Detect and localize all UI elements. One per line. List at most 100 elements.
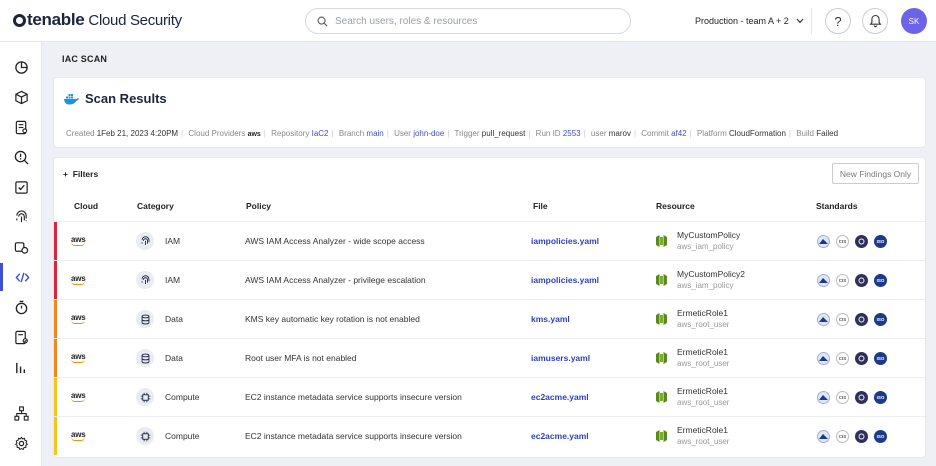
nav-identities[interactable] bbox=[0, 203, 42, 231]
inventory-icon bbox=[15, 120, 27, 134]
runid-link[interactable]: 2553 bbox=[563, 129, 581, 138]
policy-cell[interactable]: KMS key automatic key rotation is not en… bbox=[245, 314, 420, 324]
cis-badge-icon[interactable]: CIS bbox=[836, 274, 849, 287]
tenable-logo[interactable]: tenable Cloud Security bbox=[13, 10, 182, 30]
policy-cell[interactable]: EC2 instance metadata service supports i… bbox=[245, 392, 462, 402]
scan-metadata: Created 1Feb 21, 2023 4:20PM | Cloud Prov… bbox=[66, 129, 839, 138]
resource-name[interactable]: ErmeticRole1 bbox=[677, 425, 728, 435]
cis-badge-icon[interactable]: CIS bbox=[836, 430, 849, 443]
standard-badge-icon[interactable] bbox=[855, 313, 868, 326]
iso-badge-icon[interactable]: ISO bbox=[874, 430, 887, 443]
search-box[interactable] bbox=[305, 8, 631, 34]
standard-badge-icon[interactable] bbox=[855, 391, 868, 404]
help-button[interactable]: ? bbox=[825, 8, 851, 34]
nav-resources[interactable] bbox=[0, 83, 42, 111]
column-header-category[interactable]: Category bbox=[137, 201, 174, 211]
column-header-cloud[interactable]: Cloud bbox=[74, 201, 98, 211]
aws-logo-icon: aws bbox=[71, 274, 86, 285]
resource-name[interactable]: ErmeticRole1 bbox=[677, 347, 728, 357]
standard-badge-icon[interactable] bbox=[855, 274, 868, 287]
policy-cell[interactable]: EC2 instance metadata service supports i… bbox=[245, 431, 462, 441]
iso-badge-icon[interactable]: ISO bbox=[874, 313, 887, 326]
standard-badge-icon[interactable] bbox=[855, 235, 868, 248]
severity-indicator bbox=[54, 261, 57, 299]
cis-badge-icon[interactable]: CIS bbox=[836, 235, 849, 248]
aws-logo-icon: aws bbox=[71, 352, 86, 363]
cis-badge-icon[interactable]: CIS bbox=[836, 313, 849, 326]
resource-name[interactable]: MyCustomPolicy2 bbox=[677, 269, 745, 279]
providers-label: Cloud Providers bbox=[188, 129, 246, 138]
user-avatar[interactable]: SK bbox=[901, 8, 927, 34]
table-row[interactable]: aws Compute EC2 instance metadata service … bbox=[54, 377, 925, 416]
nav-code[interactable] bbox=[0, 263, 42, 291]
repo-link[interactable]: IaC2 bbox=[312, 129, 329, 138]
column-header-file[interactable]: File bbox=[533, 201, 548, 211]
nav-hierarchy[interactable] bbox=[0, 399, 42, 427]
chip-icon bbox=[136, 427, 154, 445]
nav-access[interactable] bbox=[0, 233, 42, 261]
policy-cell[interactable]: AWS IAM Access Analyzer - wide scope acc… bbox=[245, 236, 425, 246]
user-link[interactable]: john-doe bbox=[413, 129, 444, 138]
settings-icon bbox=[14, 436, 28, 450]
nav-timer[interactable] bbox=[0, 293, 42, 321]
column-header-policy[interactable]: Policy bbox=[246, 201, 271, 211]
nav-findings[interactable] bbox=[0, 143, 42, 171]
runid-label: Run ID bbox=[535, 129, 561, 138]
file-link[interactable]: ec2acme.yaml bbox=[531, 431, 589, 441]
file-link[interactable]: iampolicies.yaml bbox=[531, 236, 599, 246]
column-header-resource[interactable]: Resource bbox=[656, 201, 695, 211]
file-link[interactable]: ec2acme.yaml bbox=[531, 392, 589, 402]
resource-name[interactable]: MyCustomPolicy bbox=[677, 230, 740, 240]
nav-analytics[interactable] bbox=[0, 353, 42, 381]
scan-results-title: Scan Results bbox=[63, 91, 167, 106]
notifications-button[interactable] bbox=[862, 8, 888, 34]
policy-cell[interactable]: Root user MFA is not enabled bbox=[245, 353, 357, 363]
cis-badge-icon[interactable]: CIS bbox=[836, 352, 849, 365]
environment-label: Production - team A + 2 bbox=[695, 16, 789, 26]
search-input[interactable] bbox=[335, 15, 615, 27]
nav-compliance[interactable] bbox=[0, 173, 42, 201]
iso-badge-icon[interactable]: ISO bbox=[874, 235, 887, 248]
standard-badge-icon[interactable] bbox=[817, 274, 830, 287]
file-link[interactable]: iampolicies.yaml bbox=[531, 275, 599, 285]
standard-badge-icon[interactable] bbox=[855, 352, 868, 365]
standards-badges: CIS ISO bbox=[817, 235, 887, 248]
iso-badge-icon[interactable]: ISO bbox=[874, 391, 887, 404]
resource-name[interactable]: ErmeticRole1 bbox=[677, 386, 728, 396]
standard-badge-icon[interactable] bbox=[855, 430, 868, 443]
database-icon bbox=[136, 310, 154, 328]
category-cell: Data bbox=[165, 314, 183, 324]
nav-reports[interactable] bbox=[0, 323, 42, 351]
table-row[interactable]: aws Data KMS key automatic key rotation is… bbox=[54, 299, 925, 338]
table-row[interactable]: aws Compute EC2 instance metadata service … bbox=[54, 416, 925, 455]
table-row[interactable]: aws Data Root user MFA is not enabled iamus… bbox=[54, 338, 925, 377]
aws-resource-icon bbox=[656, 391, 667, 403]
column-header-standards[interactable]: Standards bbox=[816, 201, 858, 211]
policy-cell[interactable]: AWS IAM Access Analyzer - privilege esca… bbox=[245, 275, 426, 285]
file-link[interactable]: iamusers.yaml bbox=[531, 353, 590, 363]
iso-badge-icon[interactable]: ISO bbox=[874, 352, 887, 365]
standard-badge-icon[interactable] bbox=[817, 352, 830, 365]
access-icon bbox=[14, 241, 28, 254]
new-findings-only-button[interactable]: New Findings Only bbox=[832, 163, 919, 184]
timer-icon bbox=[15, 300, 27, 314]
cis-badge-icon[interactable]: CIS bbox=[836, 391, 849, 404]
file-link[interactable]: kms.yaml bbox=[531, 314, 570, 324]
commit-link[interactable]: af42 bbox=[671, 129, 687, 138]
branch-link[interactable]: main bbox=[366, 129, 383, 138]
resource-type: aws_iam_policy bbox=[677, 242, 734, 251]
nav-settings[interactable] bbox=[0, 429, 42, 457]
resource-name[interactable]: ErmeticRole1 bbox=[677, 308, 728, 318]
reports-icon bbox=[14, 330, 28, 344]
table-row[interactable]: aws IAM AWS IAM Access Analyzer - wide sco… bbox=[54, 221, 925, 260]
environment-selector[interactable]: Production - team A + 2 bbox=[695, 16, 804, 26]
standard-badge-icon[interactable] bbox=[817, 313, 830, 326]
standard-badge-icon[interactable] bbox=[817, 235, 830, 248]
standard-badge-icon[interactable] bbox=[817, 391, 830, 404]
table-row[interactable]: aws IAM AWS IAM Access Analyzer - privileg… bbox=[54, 260, 925, 299]
filters-button[interactable]: + Filters bbox=[63, 169, 98, 179]
nav-dashboard[interactable] bbox=[0, 53, 42, 81]
standard-badge-icon[interactable] bbox=[817, 430, 830, 443]
iso-badge-icon[interactable]: ISO bbox=[874, 274, 887, 287]
nav-inventory[interactable] bbox=[0, 113, 42, 141]
